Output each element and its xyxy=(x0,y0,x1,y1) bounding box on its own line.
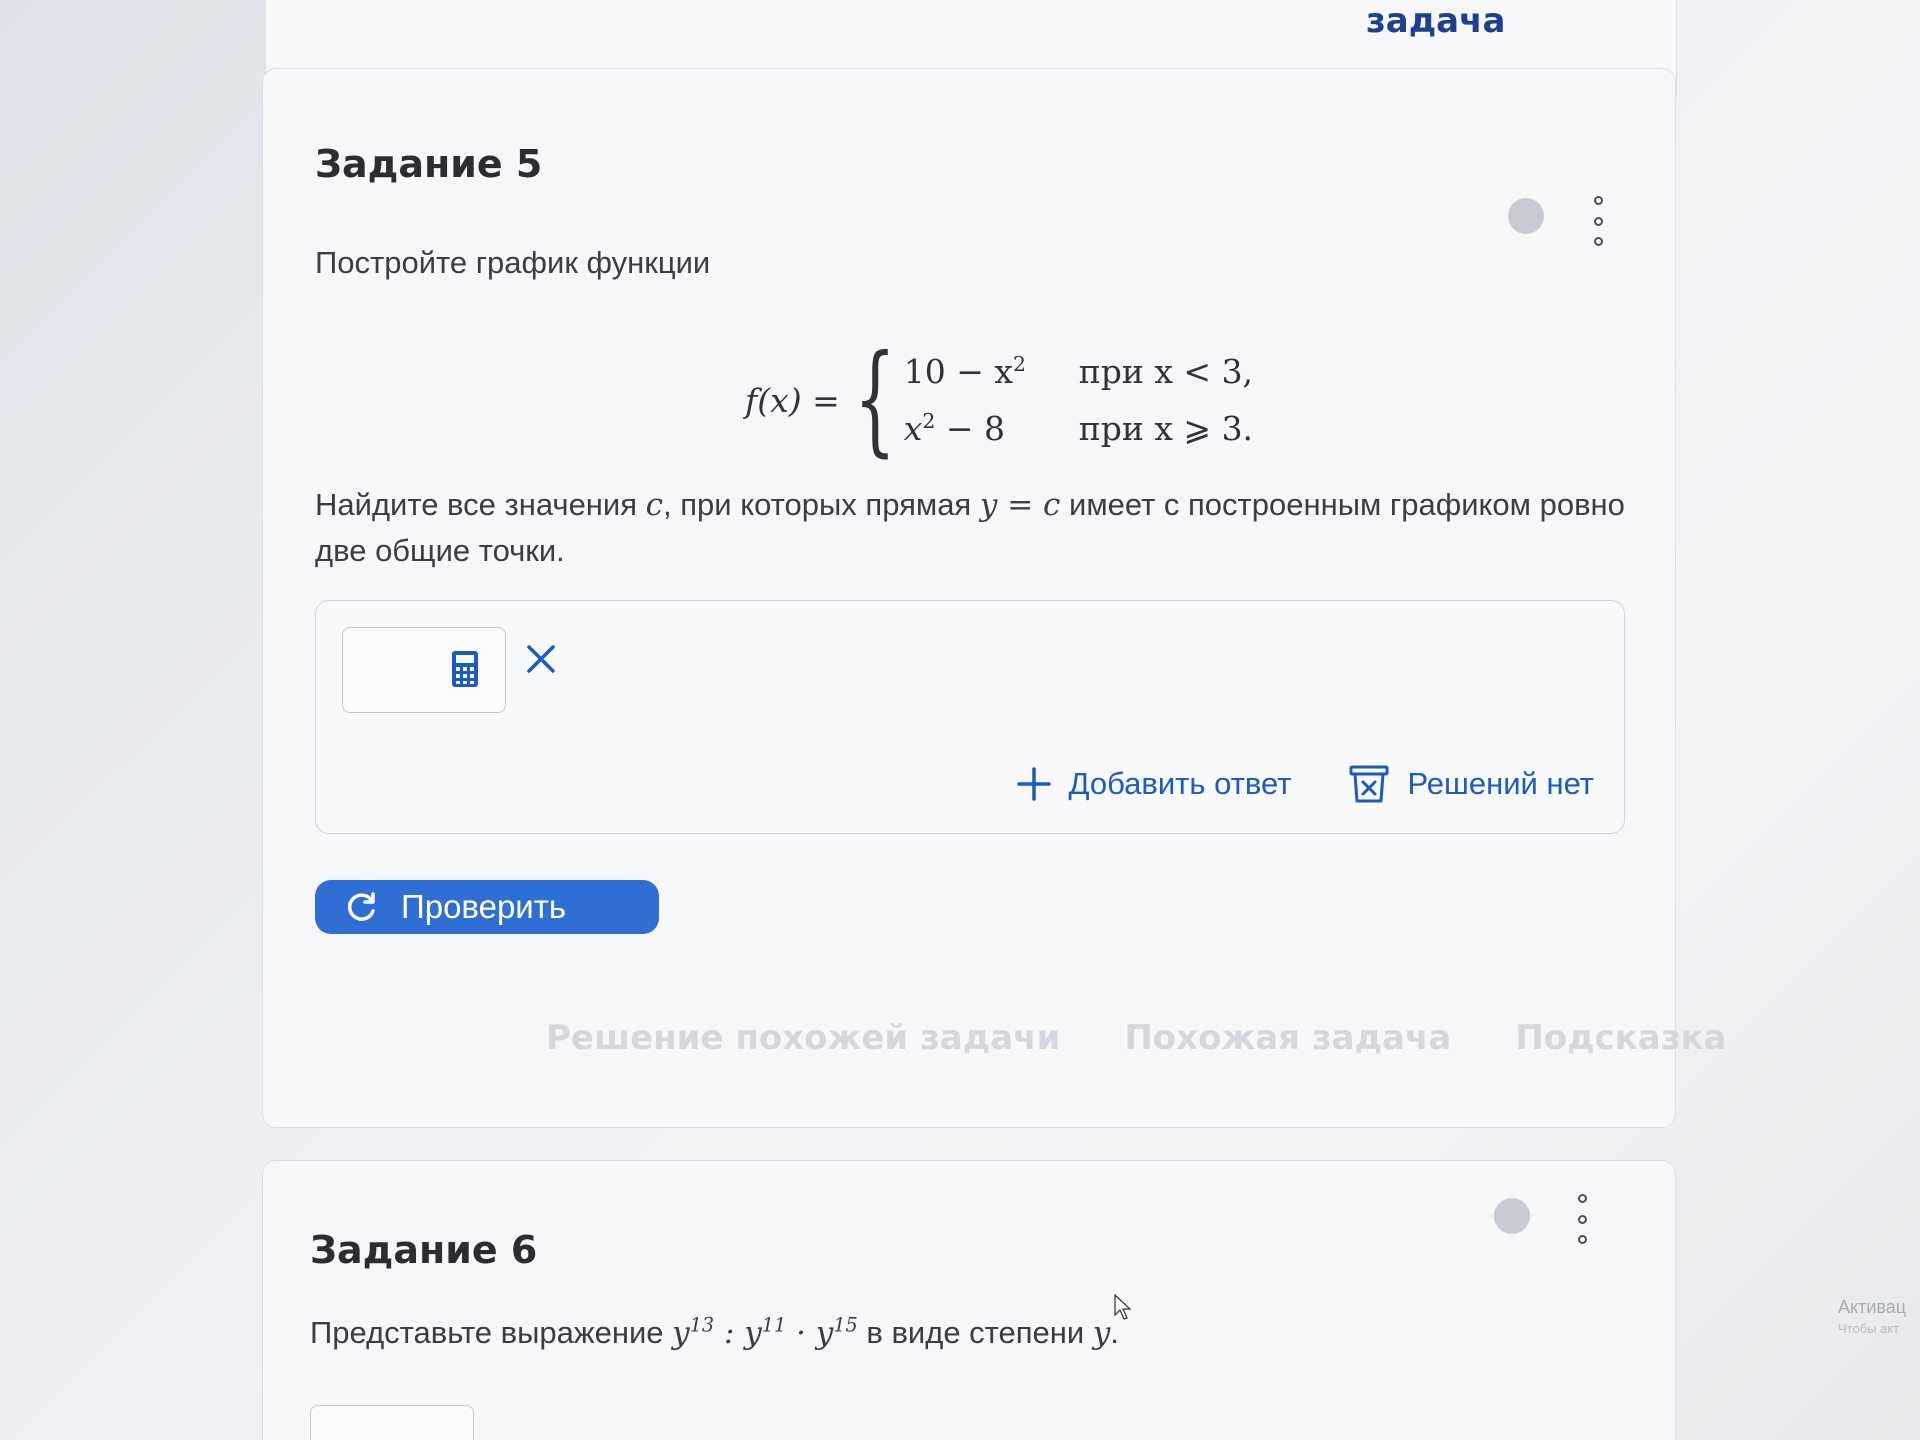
power-expression: y13 : y11 · y15 xyxy=(672,1313,858,1351)
page: Похожая задача Подсказка Задание 5 Постр… xyxy=(0,0,1920,1440)
case-2-expression: x2 − 8 xyxy=(903,409,1005,448)
task-6-menu-button[interactable] xyxy=(1572,1194,1592,1244)
mouse-cursor-icon xyxy=(1114,1294,1132,1320)
brace-symbol: { xyxy=(853,330,896,469)
close-icon[interactable] xyxy=(521,639,561,679)
task-5-help-links: Решение похожей задачи Похожая задача По… xyxy=(546,1018,1727,1058)
refresh-icon xyxy=(347,892,375,921)
task-6-text: Представьте выражение y13 : y11 · y15 в … xyxy=(310,1313,1119,1351)
task-5-status-indicator xyxy=(1508,198,1544,234)
kebab-dot-icon xyxy=(1577,1214,1587,1224)
task-5-card xyxy=(262,68,1676,1128)
case-1-expression: 10 − x2 xyxy=(903,352,1026,391)
previous-task-links: Похожая задача Подсказка xyxy=(1366,0,1815,41)
task-6-card xyxy=(262,1160,1676,1440)
answer-area: Добавить ответ Решений нет xyxy=(315,600,1625,834)
answer-actions: Добавить ответ Решений нет xyxy=(1016,765,1594,803)
task-5-intro: Постройте график функции xyxy=(315,245,711,280)
hint-link[interactable]: Подсказка xyxy=(1515,1018,1726,1058)
add-answer-button[interactable]: Добавить ответ xyxy=(1016,766,1292,802)
task-5-menu-button[interactable] xyxy=(1588,196,1608,246)
kebab-dot-icon xyxy=(1593,196,1603,205)
windows-activation-watermark: Активац Чтобы акт xyxy=(1838,1297,1907,1336)
piecewise-formula: f(x) = { 10 − x2 при x < 3, x2 − 8 при x… xyxy=(745,340,1253,460)
no-solutions-label: Решений нет xyxy=(1407,766,1594,801)
task-6-title: Задание 6 xyxy=(310,1228,538,1272)
check-button-label: Проверить xyxy=(401,888,567,925)
task-5-title: Задание 5 xyxy=(315,142,543,186)
kebab-dot-icon xyxy=(1577,1194,1587,1203)
calculator-icon[interactable] xyxy=(451,650,479,688)
kebab-dot-icon xyxy=(1577,1235,1587,1244)
formula-lhs: f(x) = xyxy=(745,380,840,420)
formula-cases: 10 − x2 при x < 3, x2 − 8 при x ⩾ 3. xyxy=(904,352,1253,448)
similar-task-link[interactable]: Похожая задача xyxy=(1124,1018,1451,1058)
kebab-dot-icon xyxy=(1593,216,1603,226)
kebab-dot-icon xyxy=(1593,237,1603,246)
task-5-question: Найдите все значения c, при которых прям… xyxy=(315,487,1625,568)
case-2-condition: при x ⩾ 3. xyxy=(1078,409,1254,448)
task-6-answer-input[interactable] xyxy=(310,1405,474,1440)
similar-task-link[interactable]: Похожая задача xyxy=(1366,0,1542,41)
similar-solution-link[interactable]: Решение похожей задачи xyxy=(546,1018,1060,1058)
trash-x-icon xyxy=(1349,765,1389,803)
no-solutions-button[interactable]: Решений нет xyxy=(1349,765,1594,803)
hint-link[interactable]: Подсказка xyxy=(1604,0,1815,41)
answer-input[interactable] xyxy=(342,627,506,713)
case-1-condition: при x < 3, xyxy=(1078,352,1254,391)
task-6-status-indicator xyxy=(1494,1198,1530,1234)
plus-icon xyxy=(1016,767,1051,801)
check-button[interactable]: Проверить xyxy=(315,880,659,934)
add-answer-label: Добавить ответ xyxy=(1068,766,1292,801)
